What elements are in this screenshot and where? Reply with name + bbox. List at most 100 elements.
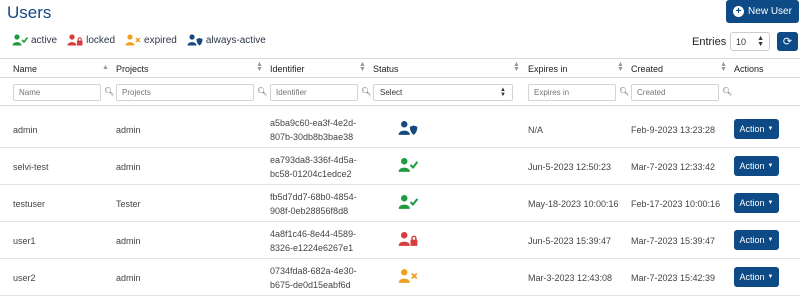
identifier-line: b675-de0d15eabf6d [270, 280, 351, 290]
legend-active: active [12, 34, 57, 46]
filter-row: 🔍︎ 🔍︎ 🔍︎ Select ▲▼ 🔍︎ 🔍︎ [0, 80, 800, 106]
table-header: Name ▲ Projects ▲ ▼ Identifier ▲ ▼ Status … [0, 58, 800, 78]
user-expires: Mar-3-2023 12:43:08 [528, 273, 613, 283]
table-row: user1 admin 4a8f1c46-8e44-4589- 8326-e12… [0, 222, 800, 259]
projects-filter-input[interactable] [116, 84, 254, 101]
search-icon: 🔍︎ [104, 87, 115, 96]
user-times-icon [125, 34, 141, 46]
plus-circle-icon: + [733, 6, 745, 17]
user-project: admin [116, 236, 141, 246]
user-created: Mar-7-2023 15:42:39 [631, 273, 716, 283]
expires-filter-input[interactable] [528, 84, 616, 101]
user-check-icon [398, 195, 418, 209]
user-check-icon [398, 158, 418, 172]
entries-label: Entries [692, 36, 727, 48]
user-check-icon [12, 34, 28, 46]
user-identifier: ea793da8-336f-4d5a- bc58-01204c1edce2 [270, 153, 357, 181]
legend-always-active: always-active [187, 34, 266, 46]
user-name: user2 [13, 273, 36, 283]
user-name: selvi-test [13, 162, 49, 172]
updown-icon: ▲ ▼ [757, 34, 764, 48]
legend-locked: locked [67, 34, 115, 46]
caret-down-icon: ▼ [767, 126, 774, 132]
table-row: user2 admin 0734fda8-682a-4e30- b675-de0… [0, 259, 800, 296]
identifier-line: 807b-30db8b3bae38 [270, 132, 354, 142]
user-created: Mar-7-2023 15:39:47 [631, 236, 716, 246]
action-dropdown-button[interactable]: Action ▼ [734, 267, 779, 287]
user-created: Feb-17-2023 10:00:16 [631, 199, 721, 209]
new-user-button[interactable]: + New User [726, 0, 799, 23]
user-name: user1 [13, 236, 36, 246]
user-created: Feb-9-2023 13:23:28 [631, 125, 716, 135]
identifier-line: bc58-01204c1edce2 [270, 169, 352, 179]
refresh-icon: ⟳ [782, 36, 793, 48]
legend-label: active [31, 34, 58, 46]
action-label: Action [739, 124, 765, 134]
caret-down-icon: ▼ [767, 163, 774, 169]
sort-icon[interactable]: ▲ ▼ [617, 61, 624, 73]
user-project: admin [116, 162, 141, 172]
action-dropdown-button[interactable]: Action ▼ [734, 156, 779, 176]
sort-icon[interactable]: ▲ ▼ [359, 61, 366, 73]
entries-value: 10 [736, 36, 747, 47]
legend-label: expired [144, 34, 177, 46]
user-identifier: 4a8f1c46-8e44-4589- 8326-e1224e6267e1 [270, 227, 356, 255]
action-dropdown-button[interactable]: Action ▼ [734, 230, 779, 250]
status-legend: active locked expired always-active [12, 34, 266, 46]
column-header-status[interactable]: Status [373, 64, 399, 74]
search-icon: 🔍︎ [619, 87, 630, 96]
action-dropdown-button[interactable]: Action ▼ [734, 193, 779, 213]
user-shield-icon [398, 121, 418, 135]
user-expires: Jun-5-2023 15:39:47 [528, 236, 612, 246]
legend-label: locked [86, 34, 116, 46]
sort-icon[interactable]: ▲ ▼ [720, 61, 727, 73]
identifier-line: 0734fda8-682a-4e30- [270, 266, 357, 276]
updown-icon: ▲ ▼ [500, 86, 506, 98]
created-filter-input[interactable] [631, 84, 719, 101]
column-header-created[interactable]: Created [631, 64, 663, 74]
identifier-line: fb5d7dd7-68b0-4854- [270, 192, 357, 202]
user-name: testuser [13, 199, 46, 209]
user-expires: May-18-2023 10:00:16 [528, 199, 619, 209]
action-label: Action [739, 272, 765, 282]
user-project: admin [116, 125, 141, 135]
status-filter-value: Select [380, 88, 403, 97]
column-header-projects[interactable]: Projects [116, 64, 149, 74]
sort-icon[interactable]: ▲ ▼ [256, 61, 263, 73]
identifier-filter-input[interactable] [270, 84, 358, 101]
table-row: testuser Tester fb5d7dd7-68b0-4854- 908f… [0, 185, 800, 222]
user-identifier: a5ba9c60-ea3f-4e2d- 807b-30db8b3bae38 [270, 116, 356, 144]
status-filter-select[interactable]: Select ▲ ▼ [373, 84, 513, 101]
column-header-expires[interactable]: Expires in [528, 64, 568, 74]
user-expires: N/A [528, 125, 544, 135]
column-header-name[interactable]: Name [13, 64, 37, 74]
column-header-identifier[interactable]: Identifier [270, 64, 305, 74]
table-row: selvi-test admin ea793da8-336f-4d5a- bc5… [0, 148, 800, 185]
sort-icon[interactable]: ▲ ▼ [513, 61, 520, 73]
user-times-icon [398, 269, 418, 283]
table-row: admin admin a5ba9c60-ea3f-4e2d- 807b-30d… [0, 111, 800, 148]
legend-expired: expired [125, 34, 177, 46]
user-project: admin [116, 273, 141, 283]
entries-select[interactable]: 10 ▲ ▼ [730, 32, 770, 51]
user-identifier: 0734fda8-682a-4e30- b675-de0d15eabf6d [270, 264, 357, 292]
name-filter-input[interactable] [13, 84, 101, 101]
identifier-line: ea793da8-336f-4d5a- [270, 155, 357, 165]
refresh-button[interactable]: ⟳ [777, 32, 798, 51]
action-label: Action [739, 161, 765, 171]
caret-down-icon: ▼ [767, 237, 774, 243]
user-lock-icon [67, 34, 83, 46]
identifier-line: 8326-e1224e6267e1 [270, 243, 354, 253]
user-identifier: fb5d7dd7-68b0-4854- 908f-0eb28856f8d8 [270, 190, 357, 218]
page-title: Users [7, 3, 52, 22]
new-user-label: New User [748, 6, 792, 17]
user-created: Mar-7-2023 12:33:42 [631, 162, 716, 172]
sort-asc-icon[interactable]: ▲ [102, 64, 109, 71]
caret-down-icon: ▼ [767, 274, 774, 280]
action-dropdown-button[interactable]: Action ▼ [734, 119, 779, 139]
user-shield-icon [187, 34, 203, 46]
column-header-actions: Actions [734, 64, 764, 74]
identifier-line: a5ba9c60-ea3f-4e2d- [270, 118, 357, 128]
identifier-line: 4a8f1c46-8e44-4589- [270, 229, 357, 239]
search-icon: 🔍︎ [722, 87, 733, 96]
